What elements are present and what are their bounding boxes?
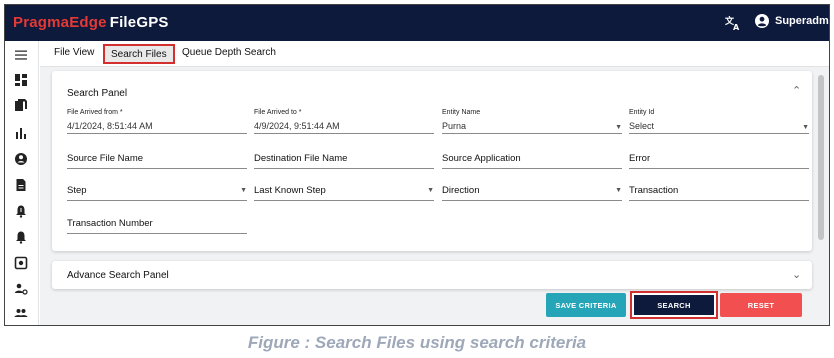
tab-file-view[interactable]: File View: [54, 47, 94, 58]
entity-id-select[interactable]: Entity Id Select ▼: [629, 109, 809, 134]
vertical-scrollbar[interactable]: [818, 67, 824, 267]
search-panel: Search Panel ⌃ File Arrived from * 4/1/2…: [52, 71, 812, 251]
brand-logo[interactable]: PragmaEdge FileGPS: [13, 14, 169, 31]
source-file-name-label: Source File Name: [67, 153, 144, 164]
main-content: Search Panel ⌃ File Arrived from * 4/1/2…: [40, 67, 829, 325]
dashboard-icon[interactable]: [13, 72, 29, 88]
account-circle-icon: [755, 14, 769, 28]
source-file-name-input[interactable]: Source File Name: [67, 153, 247, 169]
sidebar: [5, 41, 39, 325]
entity-id-value: Select: [629, 121, 655, 131]
document-icon[interactable]: [13, 177, 29, 193]
destination-file-name-label: Destination File Name: [254, 153, 348, 164]
search-panel-title: Search Panel: [67, 88, 128, 99]
entity-id-label: Entity Id: [629, 109, 655, 116]
brand-name-secondary: FileGPS: [109, 14, 169, 31]
file-arrived-to-value: 4/9/2024, 9:51:44 AM: [254, 121, 340, 131]
bar-chart-icon[interactable]: [13, 125, 29, 141]
transaction-number-label: Transaction Number: [67, 218, 153, 229]
last-known-step-label: Last Known Step: [254, 185, 326, 196]
source-application-label: Source Application: [442, 153, 521, 164]
step-select[interactable]: Step ▼: [67, 185, 247, 201]
direction-label: Direction: [442, 185, 480, 196]
error-input[interactable]: Error: [629, 153, 809, 169]
transaction-input[interactable]: Transaction: [629, 185, 809, 201]
dropdown-caret-icon: ▼: [240, 187, 247, 194]
user-menu[interactable]: Superadmin: [755, 14, 829, 28]
figure-caption: Figure : Search Files using search crite…: [247, 333, 587, 352]
search-button[interactable]: SEARCH: [634, 295, 714, 315]
chevron-up-icon[interactable]: ⌃: [792, 84, 801, 97]
transaction-label: Transaction: [629, 185, 679, 196]
destination-file-name-input[interactable]: Destination File Name: [254, 153, 434, 169]
entity-name-label: Entity Name: [442, 109, 481, 116]
user-settings-icon[interactable]: [13, 281, 29, 297]
source-application-input[interactable]: Source Application: [442, 153, 622, 169]
group-icon[interactable]: [13, 305, 29, 321]
scrollbar-thumb[interactable]: [818, 75, 824, 240]
svg-text:A: A: [733, 23, 740, 31]
user-name: Superadmin: [775, 15, 829, 27]
tab-bar: File View Search Files Queue Depth Searc…: [40, 41, 829, 67]
menu-icon[interactable]: [13, 47, 29, 63]
dropdown-caret-icon: ▼: [427, 187, 434, 194]
dropdown-caret-icon: ▼: [802, 124, 809, 131]
files-icon[interactable]: [13, 97, 29, 113]
file-arrived-to-field[interactable]: File Arrived to * 4/9/2024, 9:51:44 AM: [254, 109, 434, 134]
reset-button[interactable]: RESET: [720, 293, 802, 317]
advance-search-panel[interactable]: Advance Search Panel ⌄: [52, 261, 812, 289]
chevron-down-icon[interactable]: ⌄: [792, 268, 801, 281]
tab-search-files[interactable]: Search Files: [103, 44, 175, 64]
save-criteria-button[interactable]: SAVE CRITERIA: [546, 293, 626, 317]
advance-search-panel-title: Advance Search Panel: [67, 270, 169, 281]
transaction-number-input[interactable]: Transaction Number: [67, 218, 247, 234]
tab-queue-depth-search[interactable]: Queue Depth Search: [182, 47, 276, 58]
error-label: Error: [629, 153, 651, 164]
dropdown-caret-icon: ▼: [615, 187, 622, 194]
step-label: Step: [67, 185, 87, 196]
file-arrived-from-field[interactable]: File Arrived from * 4/1/2024, 8:51:44 AM: [67, 109, 247, 134]
alert-bell-icon[interactable]: [13, 203, 29, 219]
entity-name-select[interactable]: Entity Name Purna ▼: [442, 109, 622, 134]
brand-name-primary: PragmaEdge: [13, 14, 107, 31]
dropdown-caret-icon: ▼: [615, 124, 622, 131]
file-arrived-from-value: 4/1/2024, 8:51:44 AM: [67, 121, 153, 131]
app-window: PragmaEdgeFileGPS 文 A Superadmin: [4, 4, 830, 326]
alert-settings-icon[interactable]: [13, 229, 29, 245]
file-arrived-from-label: File Arrived from *: [67, 109, 123, 116]
translate-icon[interactable]: 文 A: [724, 15, 741, 32]
entity-name-value: Purna: [442, 121, 467, 131]
settings-box-icon[interactable]: [13, 255, 29, 271]
file-arrived-to-label: File Arrived to *: [254, 109, 302, 116]
account-icon[interactable]: [13, 151, 29, 167]
direction-select[interactable]: Direction ▼: [442, 185, 622, 201]
top-app-bar: PragmaEdgeFileGPS 文 A Superadmin: [5, 5, 829, 41]
last-known-step-select[interactable]: Last Known Step ▼: [254, 185, 434, 201]
search-button-highlight: SEARCH: [630, 291, 718, 319]
